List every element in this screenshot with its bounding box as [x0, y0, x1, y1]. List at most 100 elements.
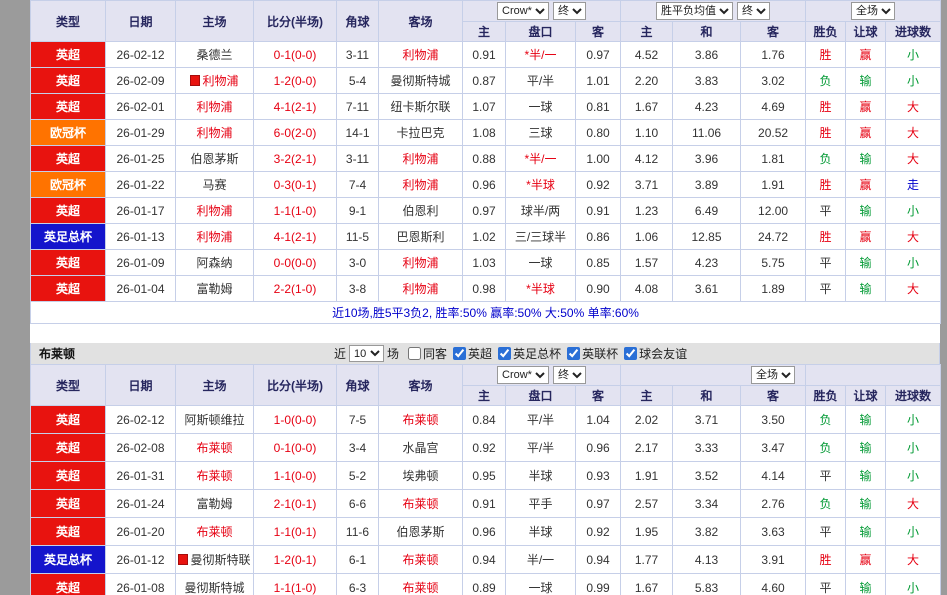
match-date: 26-01-31 — [106, 462, 176, 490]
scope-select[interactable]: 全场 — [751, 366, 795, 384]
odds-select-zone: Crow*终 — [463, 1, 621, 22]
odds-handicap: 平/半 — [506, 434, 576, 462]
away-team: 卡拉巴克 — [379, 120, 463, 146]
result-wdl: 平 — [806, 574, 846, 595]
league-label: 球会友谊 — [639, 345, 687, 362]
home-team: 布莱顿 — [176, 518, 254, 546]
league-checkbox[interactable] — [453, 347, 466, 360]
league-filter-4[interactable]: 球会友谊 — [624, 345, 687, 362]
result-wdl: 胜 — [806, 120, 846, 146]
avg-select-zone: 胜平负均值终 — [621, 1, 806, 22]
league-badge: 英超 — [31, 146, 106, 172]
odds-away: 0.97 — [576, 490, 621, 518]
away-team: 巴恩斯利 — [379, 224, 463, 250]
avg-time-select[interactable]: 终 — [737, 2, 770, 20]
match-date: 26-01-20 — [106, 518, 176, 546]
league-checkbox[interactable] — [624, 347, 637, 360]
avg-home: 1.77 — [621, 546, 673, 574]
away-team: 利物浦 — [379, 276, 463, 302]
games-label: 场 — [387, 345, 399, 362]
same-away-filter[interactable]: 同客 — [408, 345, 447, 362]
header-odds-handicap: 盘口 — [506, 22, 576, 42]
avg-draw: 4.23 — [673, 94, 741, 120]
league-badge: 英超 — [31, 462, 106, 490]
result-handicap: 赢 — [846, 546, 886, 574]
score: 2-1(0-1) — [254, 490, 337, 518]
score: 1-1(0-0) — [254, 462, 337, 490]
header-score: 比分(半场) — [254, 365, 337, 406]
corners: 6-1 — [337, 546, 379, 574]
content-column: 类型 日期 主场 比分(半场) 角球 客场 Crow*终 胜平负均值终 全场 — [30, 0, 940, 595]
league-badge: 英超 — [31, 250, 106, 276]
league-badge: 英超 — [31, 276, 106, 302]
away-team: 水晶宫 — [379, 434, 463, 462]
result-goals: 小 — [886, 434, 941, 462]
match-date: 26-02-08 — [106, 434, 176, 462]
away-team: 布莱顿 — [379, 490, 463, 518]
avg-draw: 3.52 — [673, 462, 741, 490]
odds-time-select[interactable]: 终 — [553, 366, 586, 384]
odds-home: 0.92 — [463, 434, 506, 462]
result-goals: 小 — [886, 250, 941, 276]
odds-away: 0.80 — [576, 120, 621, 146]
home-team: 曼彻斯特联 — [176, 546, 254, 574]
odds-handicap: 球半/两 — [506, 198, 576, 224]
brighton-history-table: 类型 日期 主场 比分(半场) 角球 客场 Crow*终 全场 主 — [30, 364, 941, 595]
header-type: 类型 — [31, 365, 106, 406]
match-date: 26-02-12 — [106, 406, 176, 434]
score: 4-1(2-1) — [254, 94, 337, 120]
league-filter-3[interactable]: 英联杯 — [567, 345, 618, 362]
away-team: 布莱顿 — [379, 546, 463, 574]
summary-text: 近10场,胜5平3负2, 胜率:50% 赢率:50% 大:50% 单率:60% — [31, 302, 941, 324]
summary-row: 近10场,胜5平3负2, 胜率:50% 赢率:50% 大:50% 单率:60% — [31, 302, 941, 324]
score: 1-2(0-1) — [254, 546, 337, 574]
result-wdl: 胜 — [806, 224, 846, 250]
league-filter-2[interactable]: 英足总杯 — [498, 345, 561, 362]
result-goals: 大 — [886, 224, 941, 250]
corners: 3-11 — [337, 146, 379, 172]
away-team: 布莱顿 — [379, 406, 463, 434]
avg-type-select[interactable]: 胜平负均值 — [656, 2, 733, 20]
odds-home: 0.94 — [463, 546, 506, 574]
result-goals: 小 — [886, 518, 941, 546]
odds-handicap: 平/半 — [506, 68, 576, 94]
odds-home: 0.89 — [463, 574, 506, 595]
odds-handicap: *半球 — [506, 172, 576, 198]
header-avg-home: 主 — [621, 386, 673, 406]
header-score: 比分(半场) — [254, 1, 337, 42]
scope-select[interactable]: 全场 — [851, 2, 895, 20]
corners: 7-5 — [337, 406, 379, 434]
home-team: 利物浦 — [176, 94, 254, 120]
result-wdl: 负 — [806, 68, 846, 94]
result-wdl: 平 — [806, 276, 846, 302]
home-team: 曼彻斯特城 — [176, 574, 254, 595]
away-team: 伯恩茅斯 — [379, 518, 463, 546]
result-handicap: 赢 — [846, 172, 886, 198]
bookmaker-select[interactable]: Crow* — [497, 366, 549, 384]
corners: 14-1 — [337, 120, 379, 146]
league-badge: 英超 — [31, 518, 106, 546]
league-checkbox[interactable] — [567, 347, 580, 360]
odds-away: 1.04 — [576, 406, 621, 434]
avg-away: 24.72 — [741, 224, 806, 250]
bookmaker-select[interactable]: Crow* — [497, 2, 549, 20]
same-away-checkbox[interactable] — [408, 347, 421, 360]
league-filter-1[interactable]: 英超 — [453, 345, 492, 362]
match-count-select[interactable]: 10 — [349, 345, 384, 362]
match-row: 英超26-02-12阿斯顿维拉1-0(0-0)7-5布莱顿0.84平/半1.04… — [31, 406, 941, 434]
match-row: 英超26-01-04富勒姆2-2(1-0)3-8利物浦0.98*半球0.904.… — [31, 276, 941, 302]
header-type: 类型 — [31, 1, 106, 42]
odds-away: 0.94 — [576, 546, 621, 574]
avg-draw: 3.71 — [673, 406, 741, 434]
odds-away: 0.97 — [576, 42, 621, 68]
corners: 6-3 — [337, 574, 379, 595]
odds-time-select[interactable]: 终 — [553, 2, 586, 20]
team-mark-icon — [178, 554, 188, 565]
header-goals: 进球数 — [886, 386, 941, 406]
league-checkbox[interactable] — [498, 347, 511, 360]
match-date: 26-01-12 — [106, 546, 176, 574]
odds-home: 0.96 — [463, 518, 506, 546]
avg-draw: 3.89 — [673, 172, 741, 198]
page: 类型 日期 主场 比分(半场) 角球 客场 Crow*终 胜平负均值终 全场 — [0, 0, 947, 595]
home-team: 利物浦 — [176, 120, 254, 146]
